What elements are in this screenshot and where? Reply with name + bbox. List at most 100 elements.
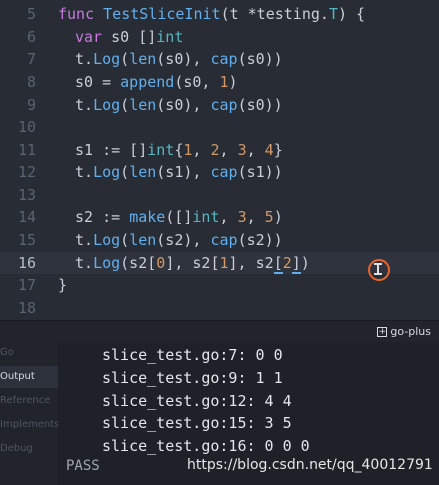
code-text: (s2),: [156, 231, 211, 249]
code-text: (s0)): [237, 50, 283, 68]
function-name: len: [129, 163, 157, 181]
code-editor[interactable]: 5 6 7 8 9 10 11 12 13 14 15 16 17 18 fun…: [0, 0, 439, 320]
tab-output[interactable]: Output: [0, 366, 58, 388]
code-text: }: [58, 276, 68, 294]
output-line: slice_test.go:9: 1 1: [102, 369, 283, 387]
type-name: int: [156, 28, 184, 46]
line-number: 9: [26, 96, 36, 114]
watermark: https://blog.csdn.net/qq_40012791: [187, 457, 433, 473]
line-number-active: 16: [17, 254, 36, 272]
code-text: ,: [192, 141, 211, 159]
line-number: 13: [17, 186, 36, 204]
code-text: ([]: [165, 208, 193, 226]
tab-debug[interactable]: Debug: [0, 438, 58, 460]
number-literal: 0: [156, 254, 166, 272]
code-text: t.: [75, 231, 94, 249]
ibeam-cursor-icon: [374, 263, 382, 275]
code-text: (t *testing.: [220, 5, 329, 23]
function-name: Log: [93, 163, 121, 181]
number-literal: 3: [237, 141, 247, 159]
output-line: slice_test.go:15: 3 5: [102, 414, 292, 432]
number-literal: 5: [264, 208, 274, 226]
line-number: 17: [17, 276, 36, 294]
code-text: t.: [75, 163, 94, 181]
function-name: cap: [210, 50, 238, 68]
code-text: (s2)): [237, 231, 283, 249]
code-text: t.: [75, 254, 94, 272]
code-text: ) {: [337, 5, 366, 23]
line-number: 15: [17, 231, 36, 249]
panel-header: + go-plus: [0, 320, 439, 343]
go-plus-badge[interactable]: + go-plus: [377, 325, 431, 338]
code-text: ): [300, 254, 310, 272]
code-text: ,: [246, 141, 265, 159]
function-name: len: [129, 96, 157, 114]
number-literal: 3: [237, 208, 247, 226]
function-name: Log: [93, 50, 121, 68]
code-text: ,: [219, 208, 238, 226]
line-number: 12: [17, 163, 36, 181]
code-line-6[interactable]: var s0 []int: [75, 28, 183, 46]
test-status: PASS: [66, 458, 100, 474]
code-text: (: [120, 231, 130, 249]
code-text: s2 :=: [75, 208, 130, 226]
code-line-7[interactable]: t.Log(len(s0), cap(s0)): [75, 50, 283, 68]
line-number: 8: [26, 73, 36, 91]
function-name: len: [129, 231, 157, 249]
number-literal: 1: [219, 254, 229, 272]
keyword: func: [58, 5, 95, 23]
output-line: slice_test.go:7: 0 0: [102, 346, 283, 364]
function-name: make: [129, 208, 166, 226]
number-literal: 1: [219, 73, 229, 91]
function-name: len: [129, 50, 157, 68]
number-literal: 2: [282, 254, 292, 272]
code-line-16[interactable]: t.Log(s2[0], s2[1], s2[2]): [75, 254, 310, 274]
code-text: (s1)): [237, 163, 283, 181]
code-text: ], s2[: [165, 254, 220, 272]
keyword: var: [75, 28, 103, 46]
code-text: (: [120, 163, 130, 181]
function-name: Log: [93, 254, 121, 272]
function-name: cap: [210, 163, 238, 181]
code-line-14[interactable]: s2 := make([]int, 3, 5): [75, 208, 283, 226]
code-text: (s0),: [156, 96, 211, 114]
code-text: ): [228, 73, 238, 91]
code-text: ,: [246, 208, 265, 226]
code-line-12[interactable]: t.Log(len(s1), cap(s1)): [75, 163, 283, 181]
go-plus-label: go-plus: [390, 325, 431, 338]
function-name: Log: [93, 96, 121, 114]
code-text: (s0),: [156, 50, 211, 68]
code-text: ): [273, 208, 283, 226]
code-text: (s1),: [156, 163, 211, 181]
line-number: 18: [17, 299, 36, 317]
code-line-11[interactable]: s1 := []int{1, 2, 3, 4}: [75, 141, 283, 159]
code-text: }: [273, 141, 283, 159]
panel-tabs: Go Output Reference Implements Debug: [0, 342, 59, 485]
code-line-15[interactable]: t.Log(len(s2), cap(s2)): [75, 231, 283, 249]
type-name: int: [192, 208, 220, 226]
number-literal: 2: [210, 141, 220, 159]
code-text: (s0)): [237, 96, 283, 114]
tab-reference[interactable]: Reference: [0, 390, 58, 412]
tab-go[interactable]: Go: [0, 342, 58, 364]
code-line-17[interactable]: }: [58, 276, 67, 294]
code-text: (: [120, 50, 130, 68]
type-name: int: [147, 141, 175, 159]
function-name: Log: [93, 231, 121, 249]
code-text: s1 := []: [75, 141, 148, 159]
code-text: t.: [75, 50, 94, 68]
line-number: 11: [17, 141, 36, 159]
line-number: 14: [17, 208, 36, 226]
code-text: (s2[: [120, 254, 157, 272]
tab-implements[interactable]: Implements: [0, 414, 59, 436]
line-number: 7: [26, 50, 36, 68]
code-text: s0 []: [102, 28, 157, 46]
code-line-8[interactable]: s0 = append(s0, 1): [75, 73, 238, 91]
code-text: ,: [219, 141, 238, 159]
function-name: TestSliceInit: [103, 5, 221, 23]
code-line-5[interactable]: func TestSliceInit(t *testing.T) {: [58, 5, 365, 23]
code-line-9[interactable]: t.Log(len(s0), cap(s0)): [75, 96, 283, 114]
line-number: 6: [26, 28, 36, 46]
line-number: 5: [26, 5, 36, 23]
output-line: slice_test.go:12: 4 4: [102, 392, 292, 410]
